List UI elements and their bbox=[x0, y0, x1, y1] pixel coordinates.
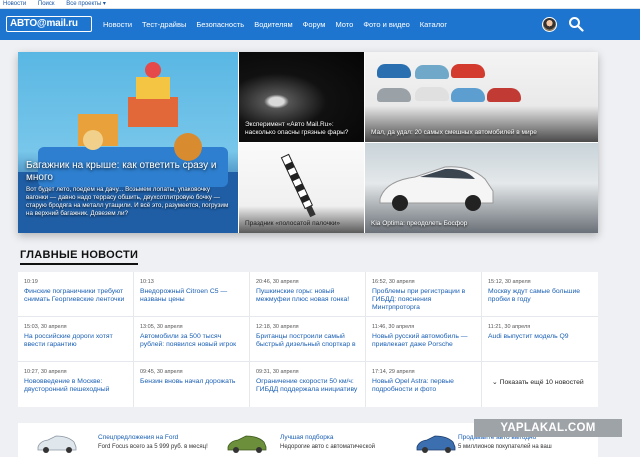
news-time: 20:46, 30 апреля bbox=[256, 279, 299, 285]
news-time: 12:18, 30 апреля bbox=[256, 324, 299, 330]
car-icon bbox=[416, 435, 456, 453]
car-icon bbox=[227, 435, 267, 453]
news-item[interactable]: 09:31, 30 апреля Ограничение скорости 50… bbox=[250, 362, 366, 407]
news-title[interactable]: Новый Opel Astra: первые подробности и ф… bbox=[372, 378, 475, 394]
kia-car-image bbox=[379, 166, 494, 211]
news-title[interactable]: Британцы построили самый быстрый дизельн… bbox=[256, 333, 359, 349]
news-item[interactable]: 17:14, 29 апреля Новый Opel Astra: первы… bbox=[366, 362, 482, 407]
nav-photo-video[interactable]: Фото и видео bbox=[358, 9, 414, 40]
news-title[interactable]: На российские дороги хотят ввести гарант… bbox=[24, 333, 127, 349]
news-time: 10:19 bbox=[24, 279, 38, 285]
news-title[interactable]: Нововведение в Москве: двусторонний пеше… bbox=[24, 378, 127, 394]
news-item[interactable]: 11:21, 30 апреля Audi выпустит модель Q9 bbox=[482, 317, 598, 362]
promo-sell-car-text: 5 миллионов покупателей на ваш bbox=[458, 444, 552, 450]
car-icon bbox=[37, 435, 77, 453]
top-link-search[interactable]: Поиск bbox=[38, 1, 55, 7]
news-time: 11:46, 30 апреля bbox=[372, 324, 415, 330]
news-item[interactable]: 12:18, 30 апреля Британцы построили самы… bbox=[250, 317, 366, 362]
nav-catalog[interactable]: Каталог bbox=[415, 9, 452, 40]
search-icon[interactable] bbox=[568, 16, 584, 32]
news-item[interactable]: 10:13 Внедорожный Citroen C5 — названы ц… bbox=[134, 272, 250, 317]
hero-main-tile[interactable]: Багажник на крыше: как ответить сразу и … bbox=[18, 52, 238, 233]
news-title[interactable]: Автомобили за 500 тысяч рублей: появился… bbox=[140, 333, 243, 349]
hero-tile-headlights[interactable]: Эксперимент «Авто Mail.Ru»: насколько оп… bbox=[239, 52, 364, 142]
show-more-news-button[interactable]: ⌄ Показать ещё 10 новостей bbox=[492, 378, 584, 386]
nav-drivers[interactable]: Водителям bbox=[249, 9, 297, 40]
hero-tile-funny-cars[interactable]: Мал, да удал: 20 самых смешных автомобил… bbox=[365, 52, 598, 142]
nav-forum[interactable]: Форум bbox=[298, 9, 331, 40]
hero-main-title[interactable]: Багажник на крыше: как ответить сразу и … bbox=[26, 160, 231, 184]
news-title[interactable]: Пушкинские горы: новый межмуфеи плюс нов… bbox=[256, 288, 359, 304]
news-item[interactable]: 13:05, 30 апреля Автомобили за 500 тысяч… bbox=[134, 317, 250, 362]
news-grid: 10:19 Финские пограничники требуют снима… bbox=[18, 272, 598, 407]
main-nav: Новости Тест-драйвы Безопасность Водител… bbox=[98, 9, 452, 40]
news-time: 09:31, 30 апреля bbox=[256, 369, 299, 375]
site-header: АВТО@mail.ru Новости Тест-драйвы Безопас… bbox=[0, 9, 640, 40]
news-item[interactable]: 15:12, 30 апреля Москву ждут самые больш… bbox=[482, 272, 598, 317]
hero-tile-baton[interactable]: Праздник «полосатой палочки» bbox=[239, 143, 364, 233]
news-time: 16:52, 30 апреля bbox=[372, 279, 415, 285]
news-title[interactable]: Финские пограничники требуют снимать Гео… bbox=[24, 288, 127, 304]
hero-gallery: Багажник на крыше: как ответить сразу и … bbox=[18, 52, 598, 233]
news-title[interactable]: Москву ждут самые большие пробки в году bbox=[488, 288, 592, 304]
main-news-heading: ГЛАВНЫЕ НОВОСТИ bbox=[20, 249, 139, 265]
promo-best-selection-title[interactable]: Лучшая подборка bbox=[280, 434, 333, 441]
nav-test-drives[interactable]: Тест-драйвы bbox=[137, 9, 191, 40]
promo-ford-text: Ford Focus всего за 5 999 руб. в месяц! bbox=[98, 444, 208, 450]
promo-best-selection-text: Недорогие авто с автоматической bbox=[280, 444, 376, 450]
news-item[interactable]: 16:52, 30 апреля Проблемы при регистраци… bbox=[366, 272, 482, 317]
hero-main-text: Вот будет лето, поедем на дачу... Возьме… bbox=[26, 186, 229, 217]
news-time: 13:05, 30 апреля bbox=[140, 324, 183, 330]
news-title[interactable]: Внедорожный Citroen C5 — названы цены bbox=[140, 288, 243, 304]
promo-best-selection[interactable]: Лучшая подборка Недорогие авто с автомат… bbox=[218, 423, 408, 457]
news-title[interactable]: Проблемы при регистрации в ГИБДД: поясне… bbox=[372, 288, 475, 313]
top-link-all-projects[interactable]: Все проекты ▾ bbox=[66, 1, 106, 7]
news-time: 10:13 bbox=[140, 279, 154, 285]
hero-tile-baton-caption[interactable]: Праздник «полосатой палочки» bbox=[245, 220, 358, 228]
hero-tile-funny-cars-caption[interactable]: Мал, да удал: 20 самых смешных автомобил… bbox=[371, 129, 592, 137]
hero-tile-kia-caption[interactable]: Kia Optima: преодолеть Босфор bbox=[371, 220, 592, 228]
news-title[interactable]: Audi выпустит модель Q9 bbox=[488, 333, 592, 341]
news-title[interactable]: Ограничение скорости 50 км/ч: ГИБДД подд… bbox=[256, 378, 359, 394]
promo-ford[interactable]: Спецпредложения на Ford Ford Focus всего… bbox=[18, 423, 213, 457]
news-item[interactable]: 15:03, 30 апреля На российские дороги хо… bbox=[18, 317, 134, 362]
news-time: 17:14, 29 апреля bbox=[372, 369, 415, 375]
news-item[interactable]: 11:46, 30 апреля Новый русский автомобил… bbox=[366, 317, 482, 362]
news-time: 15:12, 30 апреля bbox=[488, 279, 531, 285]
news-item[interactable]: 10:27, 30 апреля Нововведение в Москве: … bbox=[18, 362, 134, 407]
news-item[interactable]: 20:46, 30 апреля Пушкинские горы: новый … bbox=[250, 272, 366, 317]
news-item[interactable]: 10:19 Финские пограничники требуют снима… bbox=[18, 272, 134, 317]
news-item[interactable]: 09:45, 30 апреля Бензин вновь начал доро… bbox=[134, 362, 250, 407]
hero-tile-headlights-caption[interactable]: Эксперимент «Авто Mail.Ru»: насколько оп… bbox=[245, 121, 358, 137]
nav-safety[interactable]: Безопасность bbox=[191, 9, 249, 40]
traffic-baton-icon bbox=[280, 153, 316, 218]
promo-ford-title[interactable]: Спецпредложения на Ford bbox=[98, 434, 178, 441]
news-time: 15:03, 30 апреля bbox=[24, 324, 67, 330]
nav-moto[interactable]: Мото bbox=[330, 9, 358, 40]
news-title[interactable]: Бензин вновь начал дорожать bbox=[140, 378, 243, 386]
nav-news[interactable]: Новости bbox=[98, 9, 137, 40]
watermark: YAPLAKAL.COM bbox=[474, 419, 622, 437]
user-avatar[interactable] bbox=[542, 17, 557, 32]
news-time: 10:27, 30 апреля bbox=[24, 369, 67, 375]
hero-tile-kia[interactable]: Kia Optima: преодолеть Босфор bbox=[365, 143, 598, 233]
top-link-news[interactable]: Новости bbox=[3, 1, 26, 7]
news-time: 09:45, 30 апреля bbox=[140, 369, 183, 375]
news-title[interactable]: Новый русский автомобиль — привлекает да… bbox=[372, 333, 475, 349]
site-logo[interactable]: АВТО@mail.ru bbox=[6, 16, 92, 32]
top-links-bar: Новости Поиск Все проекты ▾ bbox=[0, 0, 640, 9]
news-time: 11:21, 30 апреля bbox=[488, 324, 531, 330]
